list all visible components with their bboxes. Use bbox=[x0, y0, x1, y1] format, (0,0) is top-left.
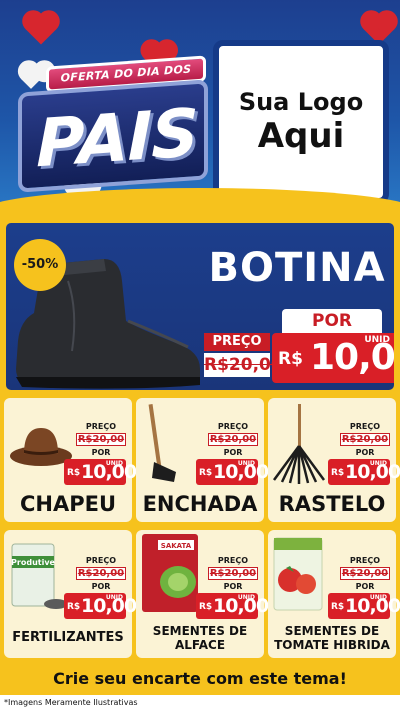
logo-placeholder[interactable]: Sua Logo Aqui bbox=[213, 40, 389, 204]
old-price: R$20,00 bbox=[76, 567, 126, 580]
product-name-line2: TOMATE HIBRIDA bbox=[274, 638, 390, 652]
hoe-image bbox=[148, 404, 176, 482]
currency-symbol: R$ bbox=[331, 468, 345, 478]
old-price: R$20,00 bbox=[208, 567, 258, 580]
seed-pack-image bbox=[273, 537, 323, 611]
por-label: POR bbox=[91, 448, 111, 457]
preco-label: PREÇO bbox=[85, 556, 117, 565]
new-price-tag: UNID R$ 10,00 bbox=[64, 593, 137, 619]
featured-product[interactable]: -50% BOTINA POR PREÇO R$20,00 UNID R$ 10… bbox=[3, 220, 397, 393]
price-value: 10,00 bbox=[345, 461, 400, 483]
currency-symbol: R$ bbox=[331, 602, 345, 612]
discount-badge: -50% bbox=[14, 239, 66, 291]
new-price-tag: UNID R$ 10,00 bbox=[196, 593, 269, 619]
currency-symbol: R$ bbox=[67, 468, 81, 478]
preco-label: PREÇO bbox=[85, 422, 117, 431]
badge-title: PAIS bbox=[36, 94, 198, 183]
new-price-tag: UNID R$ 10,00 bbox=[64, 459, 137, 485]
por-label: POR bbox=[355, 448, 375, 457]
new-price-tag: UNID R$ 10,00 bbox=[328, 593, 400, 619]
product-name-line1: SEMENTES DE bbox=[284, 624, 380, 638]
product-card-chapeu[interactable]: PREÇO R$20,00 POR UNID R$ 10,00 CHAPEU bbox=[4, 398, 137, 522]
logo-text-line1: Sua Logo bbox=[238, 88, 364, 116]
old-price: R$20,00 bbox=[208, 433, 258, 446]
product-name: CHAPEU bbox=[19, 492, 117, 516]
disclaimer-text: *Imagens Meramente Ilustrativas bbox=[0, 695, 400, 711]
product-name-line2: ALFACE bbox=[174, 638, 226, 652]
por-label: POR bbox=[91, 582, 111, 591]
product-card-rastelo[interactable]: PREÇO R$20,00 POR UNID R$ 10,00 RASTELO bbox=[268, 398, 400, 522]
preco-label: PREÇO bbox=[349, 556, 381, 565]
currency-symbol: R$ bbox=[278, 349, 303, 369]
price-value: 10,00 bbox=[345, 595, 400, 617]
old-price: R$20,00 bbox=[76, 433, 126, 446]
event-badge: OFERTA DO DIA DOS PAIS bbox=[18, 55, 208, 198]
price-value: 10,00 bbox=[310, 337, 395, 378]
product-name: SEMENTES DE TOMATE HIBRIDA bbox=[268, 624, 396, 652]
fertilizer-bag-image: Produtive bbox=[11, 543, 68, 609]
product-title: BOTINA bbox=[208, 245, 386, 291]
currency-symbol: R$ bbox=[67, 602, 81, 612]
badge-panel: PAIS bbox=[18, 79, 208, 193]
currency-symbol: R$ bbox=[199, 602, 213, 612]
preco-label: PREÇO bbox=[217, 422, 249, 431]
price-value: 10,00 bbox=[213, 595, 269, 617]
preco-label: PREÇO bbox=[349, 422, 381, 431]
old-price: R$20,00 bbox=[340, 567, 390, 580]
product-card-sementes-tomate[interactable]: PREÇO R$20,00 POR UNID R$ 10,00 SEMENTES… bbox=[268, 530, 400, 658]
price-value: 10,00 bbox=[213, 461, 269, 483]
product-card-enchada[interactable]: PREÇO R$20,00 POR UNID R$ 10,00 ENCHADA bbox=[136, 398, 269, 522]
por-label: POR bbox=[223, 448, 243, 457]
heart-icon bbox=[25, 13, 57, 45]
seed-pack-image: SAKATA bbox=[142, 534, 198, 612]
product-card-fertilizantes[interactable]: Produtive PREÇO R$20,00 POR UNID R$ 10,0… bbox=[4, 530, 137, 658]
price-value: 10,00 bbox=[81, 461, 137, 483]
pack-brand: SAKATA bbox=[161, 542, 192, 550]
por-label: POR bbox=[355, 582, 375, 591]
logo-text-line2: Aqui bbox=[257, 116, 345, 156]
new-price-tag: UNID R$ 10,00 bbox=[272, 333, 395, 383]
currency-symbol: R$ bbox=[199, 468, 213, 478]
price-value: 10,00 bbox=[81, 595, 137, 617]
por-label: POR bbox=[223, 582, 243, 591]
old-price: R$20,00 bbox=[340, 433, 390, 446]
pack-brand: Produtive bbox=[11, 558, 56, 567]
preco-label: PREÇO bbox=[217, 556, 249, 565]
preco-label: PREÇO bbox=[204, 333, 270, 351]
rake-image bbox=[272, 404, 326, 484]
header-banner: OFERTA DO DIA DOS PAIS Sua Logo Aqui bbox=[0, 0, 400, 218]
new-price-tag: UNID R$ 10,00 bbox=[328, 459, 400, 485]
product-name: FERTILIZANTES bbox=[12, 630, 124, 645]
product-name: SEMENTES DE ALFACE bbox=[136, 624, 264, 652]
cta-banner[interactable]: Crie seu encarte com este tema! bbox=[0, 663, 400, 695]
product-name: ENCHADA bbox=[142, 492, 258, 516]
product-card-sementes-alface[interactable]: SAKATA PREÇO R$20,00 POR UNID R$ 10,00 S… bbox=[136, 530, 269, 658]
old-price: R$20,00 bbox=[204, 353, 283, 377]
product-name: RASTELO bbox=[278, 492, 386, 516]
por-label: POR bbox=[282, 309, 382, 333]
product-name-line1: SEMENTES DE bbox=[152, 624, 248, 638]
new-price-tag: UNID R$ 10,00 bbox=[196, 459, 269, 485]
